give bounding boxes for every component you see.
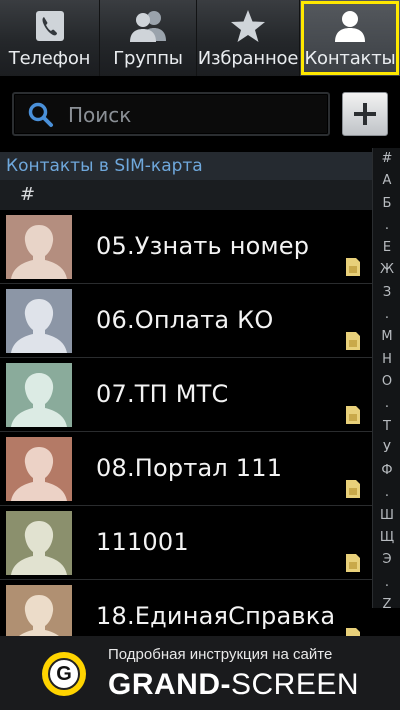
avatar <box>6 215 72 279</box>
tab-favorites[interactable]: Избранное <box>197 0 300 76</box>
contact-row[interactable]: 06.Оплата КО <box>0 284 372 358</box>
tab-favorites-label: Избранное <box>197 48 299 69</box>
sim-card-icon <box>346 554 360 572</box>
star-icon <box>228 8 268 44</box>
tab-bar: Телефон Группы Избранное Контакты <box>0 0 400 76</box>
sim-card-icon <box>346 332 360 350</box>
index-letter[interactable]: # <box>373 148 400 170</box>
sim-card-icon <box>346 628 360 636</box>
brand-regular: SCREEN <box>231 668 360 701</box>
phone-icon <box>30 8 70 44</box>
contact-name: 18.ЕдинаяСправка <box>96 602 336 630</box>
search-icon <box>28 102 53 127</box>
sim-card-icon <box>346 406 360 424</box>
add-contact-button[interactable] <box>342 92 388 136</box>
watermark-banner: G Подробная инструкция на сайте GRAND-SC… <box>0 636 400 710</box>
index-letter[interactable]: А <box>373 170 400 192</box>
index-letter[interactable]: . <box>373 215 400 237</box>
index-letter[interactable]: Щ <box>373 527 400 549</box>
index-letter[interactable]: . <box>373 572 400 594</box>
search-row <box>0 76 400 152</box>
contact-name: 07.ТП МТС <box>96 380 229 408</box>
sim-card-icon <box>346 258 360 276</box>
index-letter[interactable]: . <box>373 304 400 326</box>
index-letter[interactable]: . <box>373 393 400 415</box>
contact-row[interactable]: 18.ЕдинаяСправка <box>0 580 372 636</box>
tab-contacts-label: Контакты <box>304 48 396 69</box>
index-letter[interactable]: М <box>373 326 400 348</box>
contact-name: 111001 <box>96 528 189 556</box>
contact-name: 08.Портал 111 <box>96 454 283 482</box>
tab-phone[interactable]: Телефон <box>0 0 100 76</box>
search-box[interactable] <box>12 92 330 136</box>
contact-name: 06.Оплата КО <box>96 306 274 334</box>
contact-row[interactable]: 08.Портал 111 <box>0 432 372 506</box>
index-letter[interactable]: Ш <box>373 505 400 527</box>
banner-brand: GRAND-SCREEN <box>108 668 359 702</box>
index-letter[interactable]: . <box>373 482 400 504</box>
tab-groups-label: Группы <box>113 48 183 69</box>
index-letter[interactable]: Ф <box>373 460 400 482</box>
index-letter[interactable]: Э <box>373 549 400 571</box>
contact-row[interactable]: 111001 <box>0 506 372 580</box>
tab-contacts[interactable]: Контакты <box>300 0 400 76</box>
index-letter[interactable]: Н <box>373 349 400 371</box>
index-letter[interactable]: Б <box>373 193 400 215</box>
index-letter[interactable]: О <box>373 371 400 393</box>
banner-caption: Подробная инструкция на сайте <box>108 646 333 663</box>
contact-row[interactable]: 07.ТП МТС <box>0 358 372 432</box>
sim-card-icon <box>346 480 360 498</box>
search-input[interactable] <box>66 100 320 130</box>
index-letter[interactable]: У <box>373 438 400 460</box>
index-letter[interactable]: Ж <box>373 259 400 281</box>
index-letter[interactable]: Z <box>373 594 400 616</box>
group-header: # <box>0 180 372 210</box>
avatar <box>6 437 72 501</box>
contacts-list[interactable]: 05.Узнать номер 06.Оплата КО 07.ТП МТС 0… <box>0 210 372 636</box>
contact-icon <box>330 8 370 44</box>
index-letter[interactable]: Т <box>373 416 400 438</box>
contact-row[interactable]: 05.Узнать номер <box>0 210 372 284</box>
tab-phone-label: Телефон <box>8 48 91 69</box>
avatar <box>6 585 72 636</box>
avatar <box>6 363 72 427</box>
alphabet-index[interactable]: # А Б . Е Ж З . М Н О . Т У Ф . Ш Щ Э . … <box>372 148 400 612</box>
group-icon <box>128 8 168 44</box>
plus-icon <box>354 103 376 125</box>
index-letter[interactable]: Е <box>373 237 400 259</box>
brand-bold: GRAND- <box>108 668 231 701</box>
index-letter[interactable]: З <box>373 282 400 304</box>
site-logo-icon: G <box>42 652 86 696</box>
section-header: Контакты в SIM-карта <box>0 152 372 180</box>
tab-groups[interactable]: Группы <box>100 0 197 76</box>
avatar <box>6 289 72 353</box>
contact-name: 05.Узнать номер <box>96 232 310 260</box>
logo-letter: G <box>48 658 80 690</box>
avatar <box>6 511 72 575</box>
